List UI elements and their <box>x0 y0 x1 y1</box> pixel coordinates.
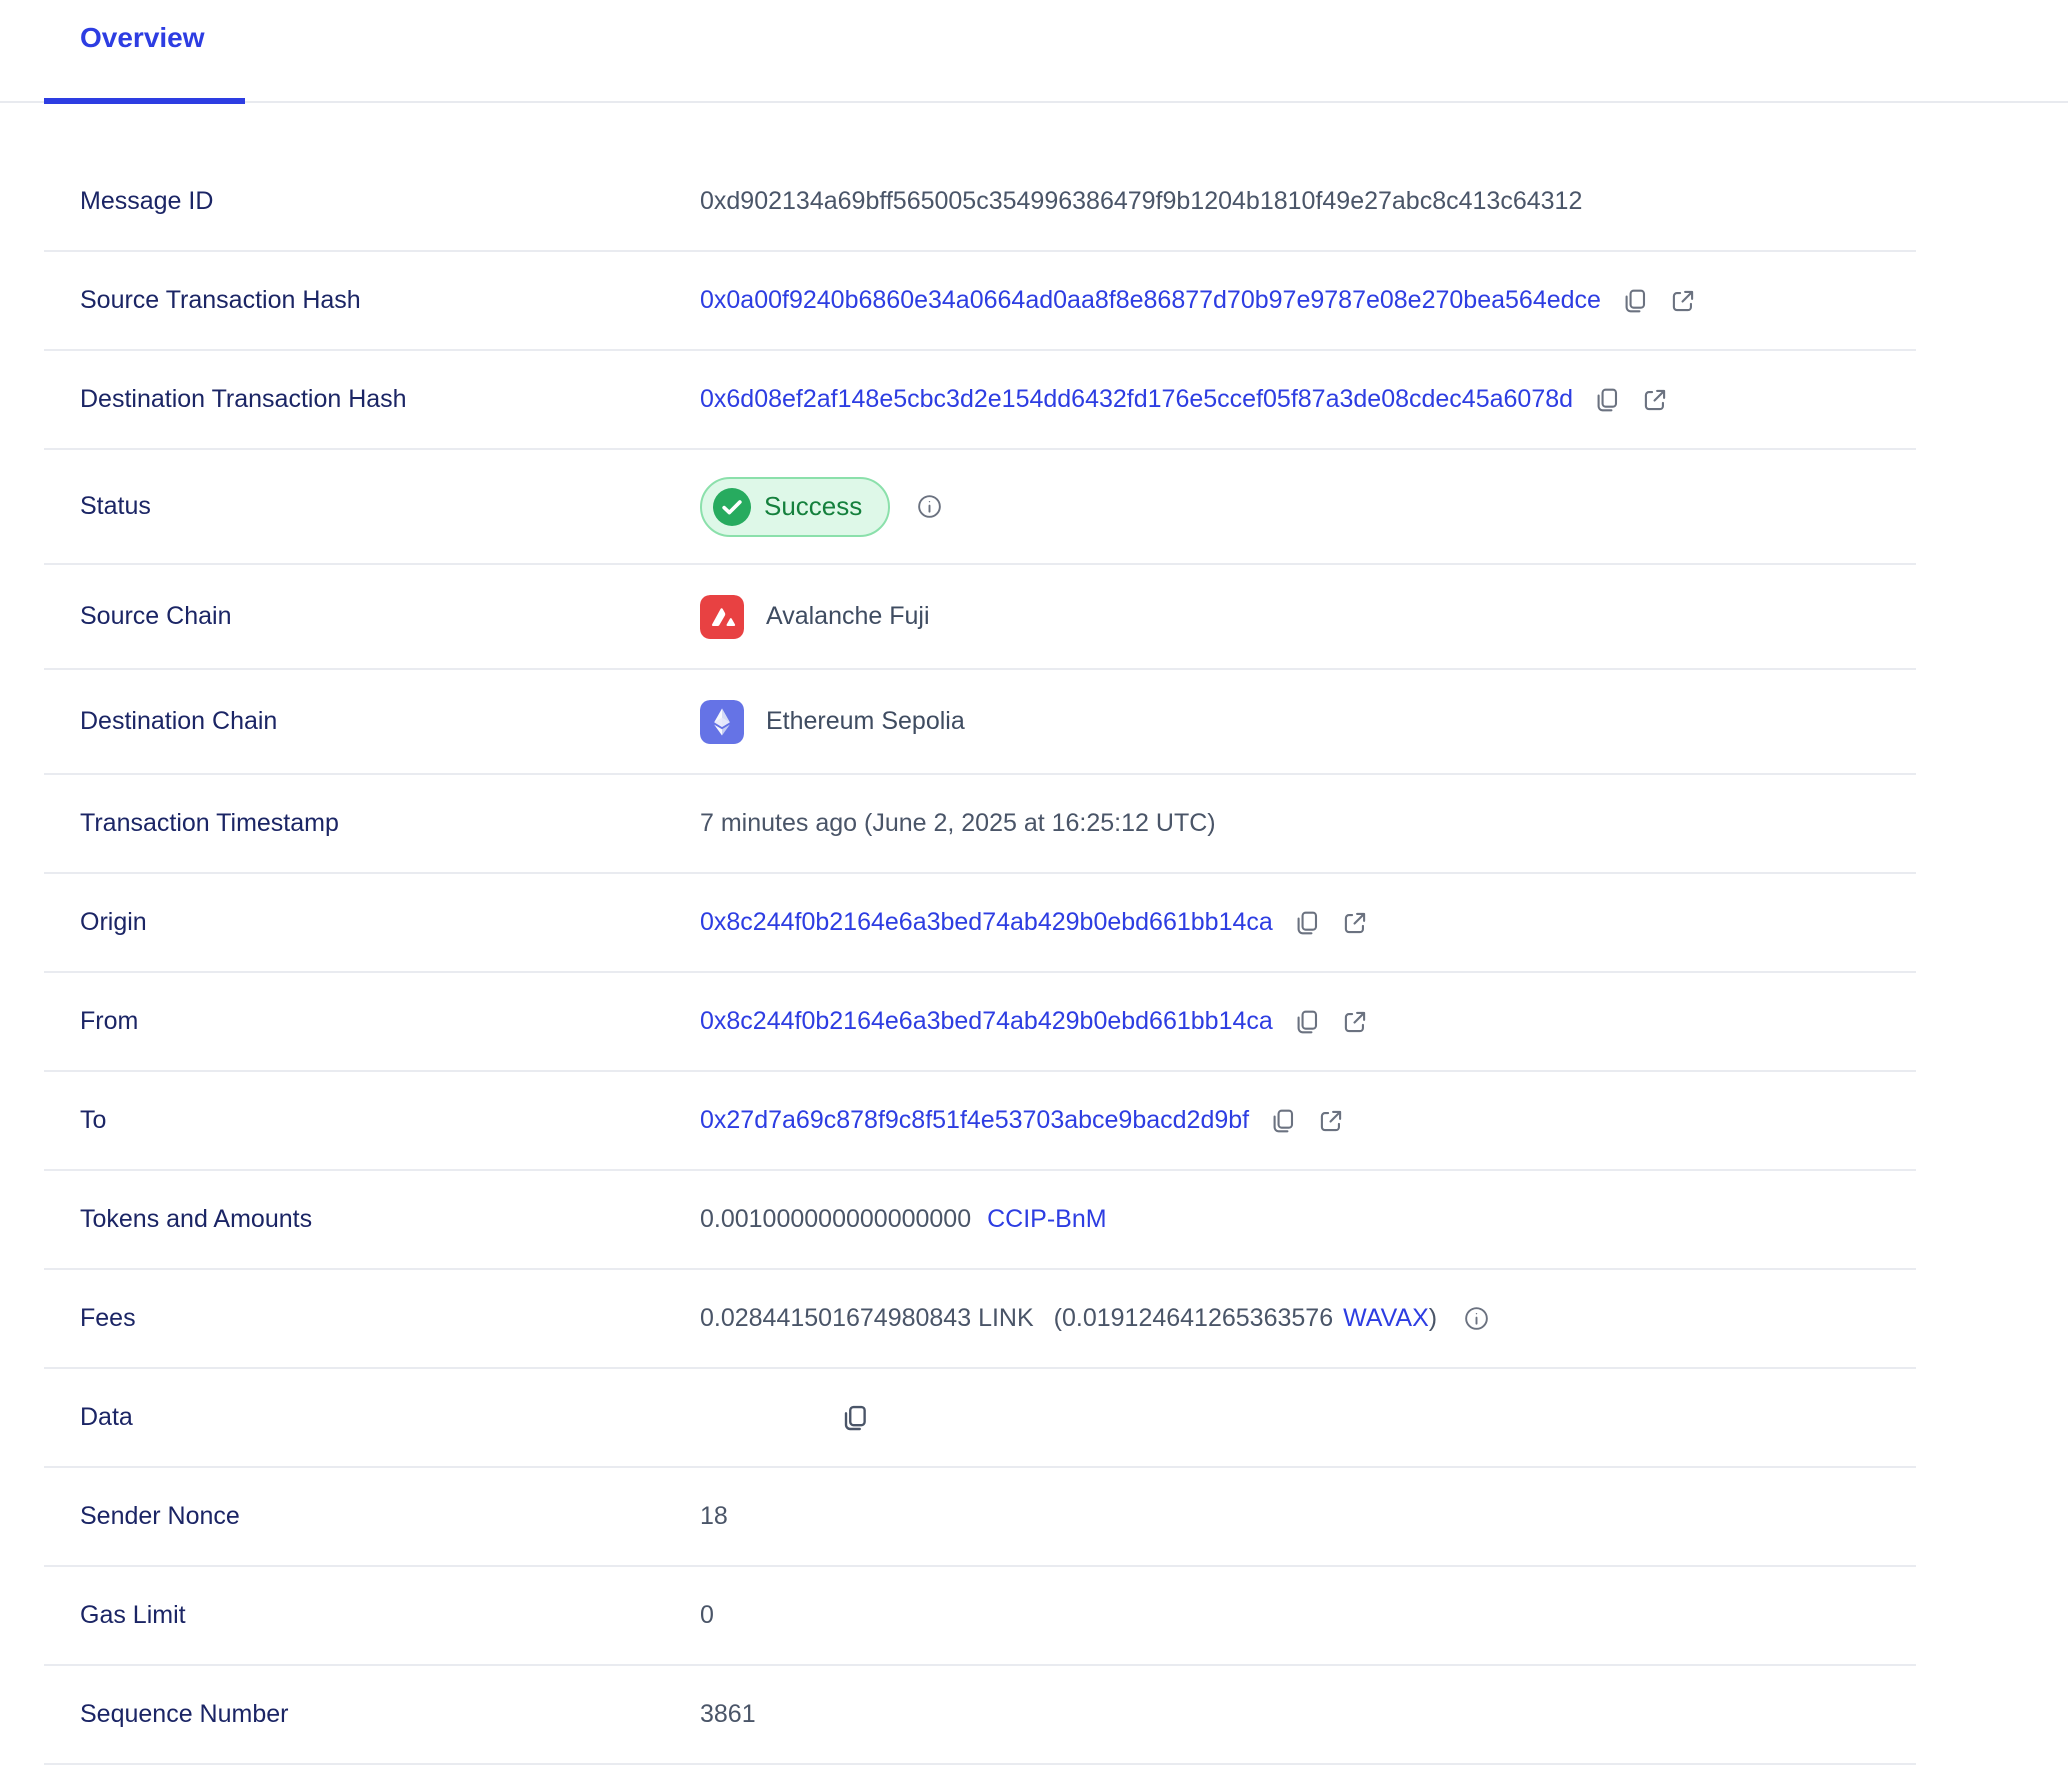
fee-amount-wrapped: (0.019124641265363576 <box>1054 1304 1333 1333</box>
row-sequence-number: Sequence Number 3861 <box>44 1666 1916 1765</box>
row-fees: Fees 0.028441501674980843 LINK (0.019124… <box>44 1270 1916 1369</box>
copy-icon[interactable] <box>1293 1008 1321 1036</box>
row-tokens-and-amounts: Tokens and Amounts 0.001000000000000000 … <box>44 1171 1916 1270</box>
to-label: To <box>80 1106 700 1135</box>
row-source-chain: Source Chain Avalanche Fuji <box>44 565 1916 670</box>
token-amount: 0.001000000000000000 <box>700 1205 971 1234</box>
destination-tx-hash-link[interactable]: 0x6d08ef2af148e5cbc3d2e154dd6432fd176e5c… <box>700 385 1573 414</box>
copy-icon[interactable] <box>1593 386 1621 414</box>
transaction-timestamp-label: Transaction Timestamp <box>80 809 700 838</box>
fee-amount-link-token: 0.028441501674980843 LINK <box>700 1304 1034 1333</box>
tokens-and-amounts-label: Tokens and Amounts <box>80 1205 700 1234</box>
sender-nonce-value: 18 <box>700 1502 728 1531</box>
origin-address-link[interactable]: 0x8c244f0b2164e6a3bed74ab429b0ebd661bb14… <box>700 908 1273 937</box>
sender-nonce-label: Sender Nonce <box>80 1502 700 1531</box>
row-origin: Origin 0x8c244f0b2164e6a3bed74ab429b0ebd… <box>44 874 1916 973</box>
row-transaction-timestamp: Transaction Timestamp 7 minutes ago (Jun… <box>44 775 1916 874</box>
copy-icon[interactable] <box>1269 1107 1297 1135</box>
row-destination-chain: Destination Chain Ethereum Sepolia <box>44 670 1916 775</box>
destination-chain-name: Ethereum Sepolia <box>766 707 965 736</box>
status-badge-text: Success <box>764 491 862 522</box>
source-chain-name: Avalanche Fuji <box>766 602 930 631</box>
status-badge: Success <box>700 477 890 537</box>
message-id-value: 0xd902134a69bff565005c354996386479f9b120… <box>700 187 1582 216</box>
row-to: To 0x27d7a69c878f9c8f51f4e53703abce9bacd… <box>44 1072 1916 1171</box>
copy-icon[interactable] <box>1621 287 1649 315</box>
data-label: Data <box>80 1403 700 1432</box>
external-link-icon[interactable] <box>1669 287 1697 315</box>
token-symbol-link[interactable]: CCIP-BnM <box>987 1205 1106 1234</box>
source-tx-hash-link[interactable]: 0x0a00f9240b6860e34a0664ad0aa8f8e86877d7… <box>700 286 1601 315</box>
check-circle-icon <box>713 488 751 526</box>
overview-table: Message ID 0xd902134a69bff565005c3549963… <box>44 153 1916 1765</box>
row-source-tx-hash: Source Transaction Hash 0x0a00f9240b6860… <box>44 252 1916 351</box>
copy-icon[interactable] <box>1293 909 1321 937</box>
gas-limit-label: Gas Limit <box>80 1601 700 1630</box>
origin-label: Origin <box>80 908 700 937</box>
external-link-icon[interactable] <box>1317 1107 1345 1135</box>
ethereum-icon <box>700 700 744 744</box>
row-destination-tx-hash: Destination Transaction Hash 0x6d08ef2af… <box>44 351 1916 450</box>
external-link-icon[interactable] <box>1341 909 1369 937</box>
tab-active-underline <box>44 98 245 104</box>
destination-chain-label: Destination Chain <box>80 707 700 736</box>
source-chain-label: Source Chain <box>80 602 700 631</box>
info-icon[interactable] <box>1463 1305 1490 1332</box>
sequence-number-label: Sequence Number <box>80 1700 700 1729</box>
row-status: Status Success <box>44 450 1916 565</box>
wavax-token-link[interactable]: WAVAX <box>1343 1304 1429 1333</box>
message-id-label: Message ID <box>80 187 700 216</box>
row-gas-limit: Gas Limit 0 <box>44 1567 1916 1666</box>
external-link-icon[interactable] <box>1341 1008 1369 1036</box>
gas-limit-value: 0 <box>700 1601 714 1630</box>
tab-overview-label: Overview <box>80 22 205 54</box>
avalanche-icon <box>700 595 744 639</box>
tab-bar: Overview <box>0 0 2068 103</box>
copy-icon[interactable] <box>840 1403 870 1433</box>
source-tx-hash-label: Source Transaction Hash <box>80 286 700 315</box>
tab-overview[interactable]: Overview <box>44 0 245 101</box>
status-label: Status <box>80 492 700 521</box>
row-message-id: Message ID 0xd902134a69bff565005c3549963… <box>44 153 1916 252</box>
fee-paren-close: ) <box>1429 1304 1437 1333</box>
fees-label: Fees <box>80 1304 700 1333</box>
from-label: From <box>80 1007 700 1036</box>
transaction-timestamp-value: 7 minutes ago (June 2, 2025 at 16:25:12 … <box>700 809 1216 838</box>
destination-tx-hash-label: Destination Transaction Hash <box>80 385 700 414</box>
row-data: Data <box>44 1369 1916 1468</box>
to-address-link[interactable]: 0x27d7a69c878f9c8f51f4e53703abce9bacd2d9… <box>700 1106 1249 1135</box>
external-link-icon[interactable] <box>1641 386 1669 414</box>
sequence-number-value: 3861 <box>700 1700 756 1729</box>
from-address-link[interactable]: 0x8c244f0b2164e6a3bed74ab429b0ebd661bb14… <box>700 1007 1273 1036</box>
info-icon[interactable] <box>916 493 943 520</box>
row-sender-nonce: Sender Nonce 18 <box>44 1468 1916 1567</box>
row-from: From 0x8c244f0b2164e6a3bed74ab429b0ebd66… <box>44 973 1916 1072</box>
